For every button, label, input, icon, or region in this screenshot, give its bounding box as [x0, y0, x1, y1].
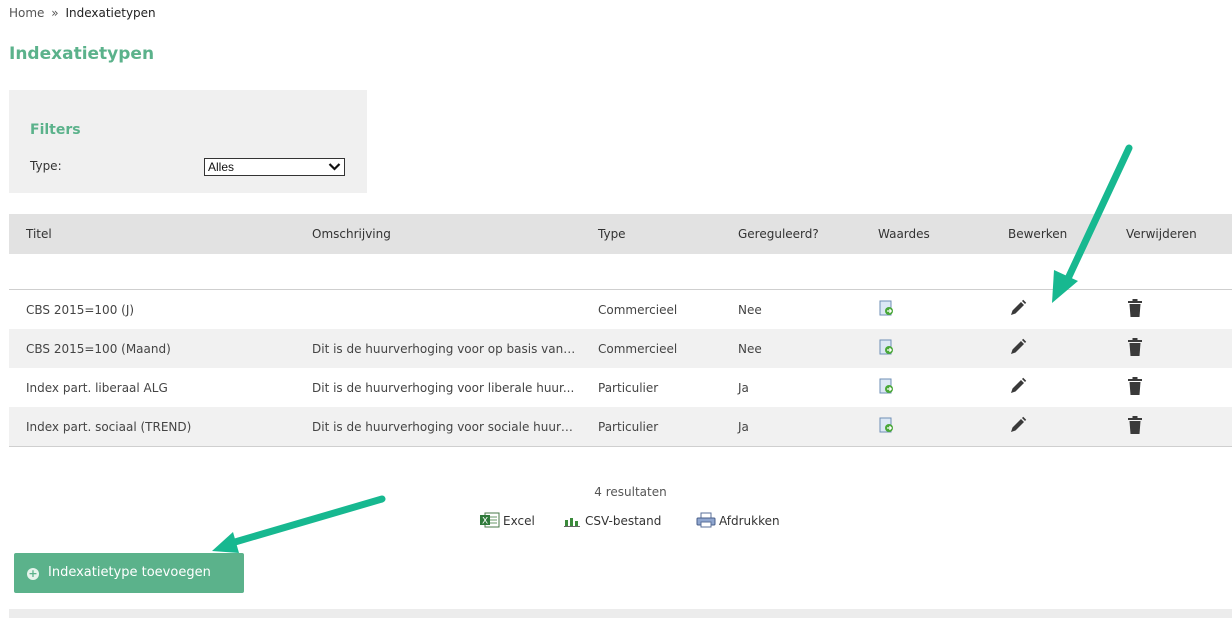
table-row[interactable]: Index part. liberaal ALG Dit is de huurve…	[9, 368, 1232, 407]
export-csv-label: CSV-bestand	[585, 514, 662, 528]
values-icon[interactable]	[878, 300, 894, 319]
column-header-waardes: Waardes	[861, 214, 991, 254]
annotation-arrow-to-add-button	[212, 495, 386, 553]
page-title: Indexatietypen	[9, 44, 155, 64]
breadcrumb-home-link[interactable]: Home	[9, 6, 44, 20]
cell-bewerken	[991, 329, 1109, 368]
table-row[interactable]: CBS 2015=100 (J) Commercieel Nee	[9, 290, 1232, 330]
cell-type: Particulier	[598, 380, 659, 395]
values-icon[interactable]	[878, 378, 894, 397]
export-csv-link[interactable]: CSV-bestand	[564, 512, 661, 528]
table-header-row: Titel Omschrijving Type Gereguleerd? Waa…	[9, 214, 1232, 254]
column-header-verwijderen: Verwijderen	[1109, 214, 1232, 254]
export-excel-label: Excel	[503, 514, 535, 528]
table-row[interactable]: CBS 2015=100 (Maand) Dit is de huurverhog…	[9, 329, 1232, 368]
cell-gereguleerd: Nee	[738, 302, 762, 317]
type-filter-value: Alles	[208, 160, 235, 174]
trash-icon[interactable]	[1126, 376, 1144, 399]
cell-omschrijving: Dit is de huurverhoging voor liberale hu…	[312, 380, 575, 395]
cell-waardes	[861, 368, 991, 407]
add-button-label: Indexatietype toevoegen	[48, 565, 211, 580]
pencil-icon[interactable]	[1008, 337, 1028, 360]
cell-titel: Index part. liberaal ALG	[26, 380, 168, 395]
export-excel-link[interactable]: X Excel	[480, 512, 535, 528]
cell-bewerken	[991, 290, 1109, 330]
cell-bewerken	[991, 368, 1109, 407]
filter-row-spacer	[9, 254, 1232, 290]
trash-icon[interactable]	[1126, 298, 1144, 321]
plus-circle-icon: +	[27, 567, 39, 580]
pencil-icon[interactable]	[1008, 376, 1028, 399]
cell-omschrijving	[295, 290, 581, 330]
cell-omschrijving: Dit is de huurverhoging voor op basis va…	[295, 329, 581, 368]
type-filter-select[interactable]: Alles	[204, 158, 345, 176]
trash-icon[interactable]	[1126, 337, 1144, 360]
column-header-omschrijving[interactable]: Omschrijving	[295, 214, 581, 254]
add-indexation-type-button[interactable]: + Indexatietype toevoegen	[14, 553, 244, 593]
cell-gereguleerd: Ja	[738, 380, 749, 395]
trash-icon[interactable]	[1126, 415, 1144, 438]
cell-waardes	[861, 290, 991, 330]
chevron-down-icon	[328, 161, 341, 175]
pencil-icon[interactable]	[1008, 298, 1028, 321]
cell-gereguleerd: Ja	[721, 407, 861, 447]
column-header-type[interactable]: Type	[581, 214, 721, 254]
cell-omschrijving: Dit is de huurverhoging voor sociale huu…	[295, 407, 581, 447]
pencil-icon[interactable]	[1008, 415, 1028, 438]
cell-titel: CBS 2015=100 (Maand)	[9, 329, 295, 368]
cell-type: Commercieel	[598, 302, 678, 317]
cell-titel: Index part. sociaal (TREND)	[9, 407, 295, 447]
svg-text:X: X	[482, 517, 488, 527]
cell-type: Commercieel	[581, 329, 721, 368]
cell-verwijderen	[1109, 329, 1232, 368]
cell-type: Particulier	[581, 407, 721, 447]
export-print-link[interactable]: Afdrukken	[696, 512, 780, 528]
breadcrumb-current: Indexatietypen	[65, 6, 156, 20]
breadcrumb-separator: »	[51, 6, 59, 20]
breadcrumb: Home » Indexatietypen	[9, 6, 156, 20]
cell-titel: CBS 2015=100 (J)	[26, 302, 135, 317]
filters-panel: Filters Type: Alles	[9, 90, 367, 193]
cell-bewerken	[991, 407, 1109, 447]
cell-gereguleerd: Nee	[721, 329, 861, 368]
export-print-label: Afdrukken	[719, 514, 780, 528]
excel-icon: X	[480, 512, 503, 528]
cell-waardes	[861, 329, 991, 368]
results-count: 4 resultaten	[594, 485, 667, 499]
cell-waardes	[861, 407, 991, 447]
cell-verwijderen	[1109, 290, 1232, 330]
table-row[interactable]: Index part. sociaal (TREND) Dit is de huu…	[9, 407, 1232, 447]
footer-bar	[9, 609, 1232, 618]
type-filter-label: Type:	[30, 159, 62, 173]
cell-verwijderen	[1109, 368, 1232, 407]
values-icon[interactable]	[878, 339, 894, 358]
csv-icon	[564, 514, 585, 528]
values-icon[interactable]	[878, 417, 894, 436]
cell-verwijderen	[1109, 407, 1232, 447]
column-header-bewerken: Bewerken	[991, 214, 1109, 254]
indexation-types-table: Titel Omschrijving Type Gereguleerd? Waa…	[9, 214, 1232, 447]
printer-icon	[696, 512, 719, 528]
column-header-titel[interactable]: Titel	[9, 214, 295, 254]
filters-title: Filters	[30, 122, 81, 138]
column-header-gereguleerd[interactable]: Gereguleerd?	[721, 214, 861, 254]
